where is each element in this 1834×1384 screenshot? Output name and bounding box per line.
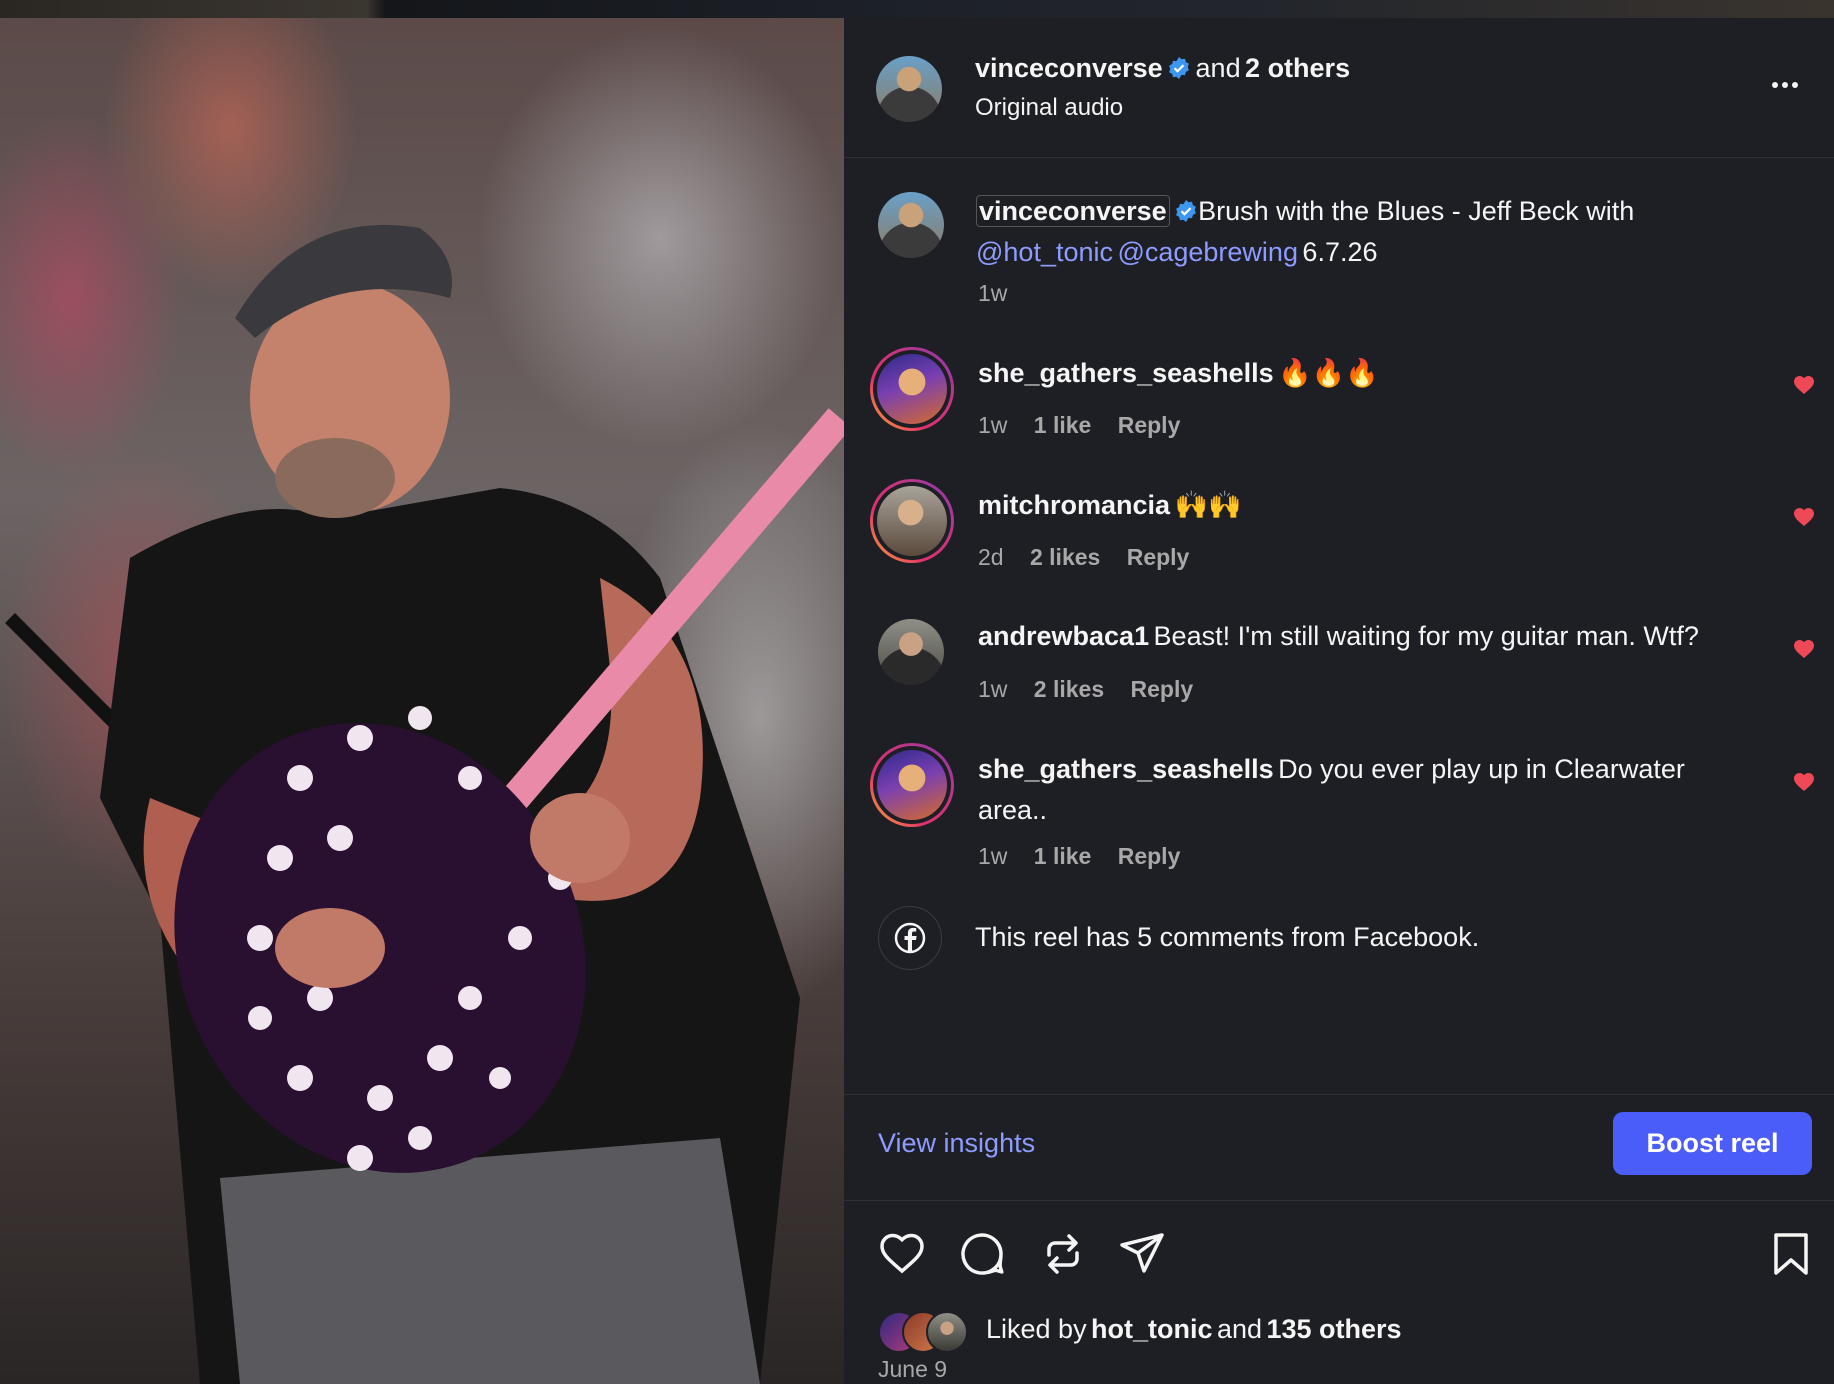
- comment-1: she_gathers_seashells 🔥🔥🔥: [978, 357, 1379, 389]
- footer-divider: [844, 1200, 1834, 1201]
- reply-button[interactable]: Reply: [1118, 843, 1181, 869]
- comment-time: 2d: [978, 544, 1004, 570]
- commenter-avatar[interactable]: [870, 347, 954, 431]
- header-and: and: [1195, 53, 1241, 83]
- comment-text: Do you ever play up in Clearwater: [1278, 754, 1685, 784]
- heart-icon[interactable]: [878, 1231, 926, 1275]
- reply-button[interactable]: Reply: [1118, 412, 1181, 438]
- heart-icon[interactable]: [1792, 505, 1816, 527]
- comment-meta: 1w 1 like Reply: [978, 843, 1180, 870]
- commenter-avatar[interactable]: [870, 479, 954, 563]
- header-divider: [844, 157, 1834, 158]
- comment-username[interactable]: andrewbaca1: [978, 621, 1149, 651]
- comment-username[interactable]: she_gathers_seashells: [978, 358, 1274, 388]
- comment-text: Beast! I'm still waiting for my guitar m…: [1153, 621, 1699, 651]
- share-icon[interactable]: [1118, 1231, 1166, 1277]
- reply-button[interactable]: Reply: [1131, 676, 1194, 702]
- heart-icon[interactable]: [1792, 770, 1816, 792]
- heart-icon[interactable]: [1792, 637, 1816, 659]
- actions-divider: [844, 1094, 1834, 1095]
- comment-time: 1w: [978, 843, 1008, 869]
- liked-by-and: and: [1216, 1314, 1263, 1344]
- facebook-comments-note: This reel has 5 comments from Facebook.: [975, 922, 1480, 952]
- reel-video[interactable]: [0, 18, 844, 1384]
- liker-avatar: [926, 1311, 968, 1353]
- caption-avatar[interactable]: [878, 192, 944, 258]
- comment-2: mitchromancia 🙌🙌: [978, 489, 1242, 521]
- caption-date: 6.7.26: [1302, 237, 1378, 267]
- post-date: June 9: [878, 1356, 948, 1382]
- comment-likes[interactable]: 2 likes: [1034, 676, 1104, 702]
- heart-icon[interactable]: [1792, 373, 1816, 395]
- header-username[interactable]: vinceconverse: [975, 53, 1163, 83]
- comment-likes[interactable]: 2 likes: [1030, 544, 1100, 570]
- header-others[interactable]: 2 others: [1245, 53, 1350, 83]
- performer-illustration: [5, 224, 844, 1384]
- commenter-avatar[interactable]: [878, 619, 944, 685]
- comment-text: 🙌🙌: [1174, 490, 1242, 520]
- audio-label[interactable]: Original audio: [975, 94, 1123, 122]
- caption-username[interactable]: vinceconverse: [976, 195, 1170, 227]
- comment-text: 🔥🔥🔥: [1278, 358, 1379, 388]
- liked-by-others[interactable]: 135 others: [1267, 1314, 1402, 1344]
- top-strip: [0, 0, 1834, 18]
- comment-meta: 1w 2 likes Reply: [978, 676, 1193, 703]
- liker-avatars[interactable]: [878, 1311, 978, 1353]
- boost-reel-button[interactable]: Boost reel: [1613, 1112, 1812, 1175]
- header-title: vinceconverse and 2 others: [975, 53, 1350, 84]
- author-avatar[interactable]: [876, 56, 942, 122]
- liked-by-user[interactable]: hot_tonic: [1091, 1314, 1213, 1344]
- facebook-icon: [878, 906, 942, 970]
- comment-3: andrewbaca1 Beast! I'm still waiting for…: [978, 621, 1699, 652]
- comment-time: 1w: [978, 412, 1008, 438]
- comment-likes[interactable]: 1 like: [1034, 412, 1092, 438]
- more-icon[interactable]: [1770, 76, 1800, 91]
- likes-summary: Liked by hot_tonic and 135 others: [986, 1314, 1402, 1345]
- comment-meta: 1w 1 like Reply: [978, 412, 1180, 439]
- repost-icon[interactable]: [1039, 1231, 1087, 1277]
- comment-username[interactable]: she_gathers_seashells: [978, 754, 1274, 784]
- caption-text: vinceconverse Brush with the Blues - Jef…: [976, 193, 1776, 275]
- comment-icon[interactable]: [958, 1230, 1006, 1278]
- commenter-avatar[interactable]: [870, 743, 954, 827]
- comment-text-cont: area..: [978, 795, 1048, 825]
- caption-body: Brush with the Blues - Jeff Beck with: [1198, 196, 1635, 226]
- comment-username[interactable]: mitchromancia: [978, 490, 1170, 520]
- bookmark-icon[interactable]: [1771, 1232, 1811, 1276]
- comment-time: 1w: [978, 676, 1008, 702]
- reply-button[interactable]: Reply: [1127, 544, 1190, 570]
- mention-cagebrewing[interactable]: @cagebrewing: [1117, 237, 1298, 267]
- comment-likes[interactable]: 1 like: [1034, 843, 1092, 869]
- comment-4: she_gathers_seashells Do you ever play u…: [978, 751, 1748, 833]
- verified-icon: [1176, 200, 1196, 222]
- liked-by-prefix: Liked by: [986, 1314, 1087, 1344]
- verified-icon: [1169, 57, 1189, 79]
- view-insights-link[interactable]: View insights: [878, 1128, 1035, 1159]
- comment-meta: 2d 2 likes Reply: [978, 544, 1189, 571]
- mention-hot-tonic[interactable]: @hot_tonic: [976, 237, 1113, 267]
- caption-time: 1w: [978, 280, 1008, 306]
